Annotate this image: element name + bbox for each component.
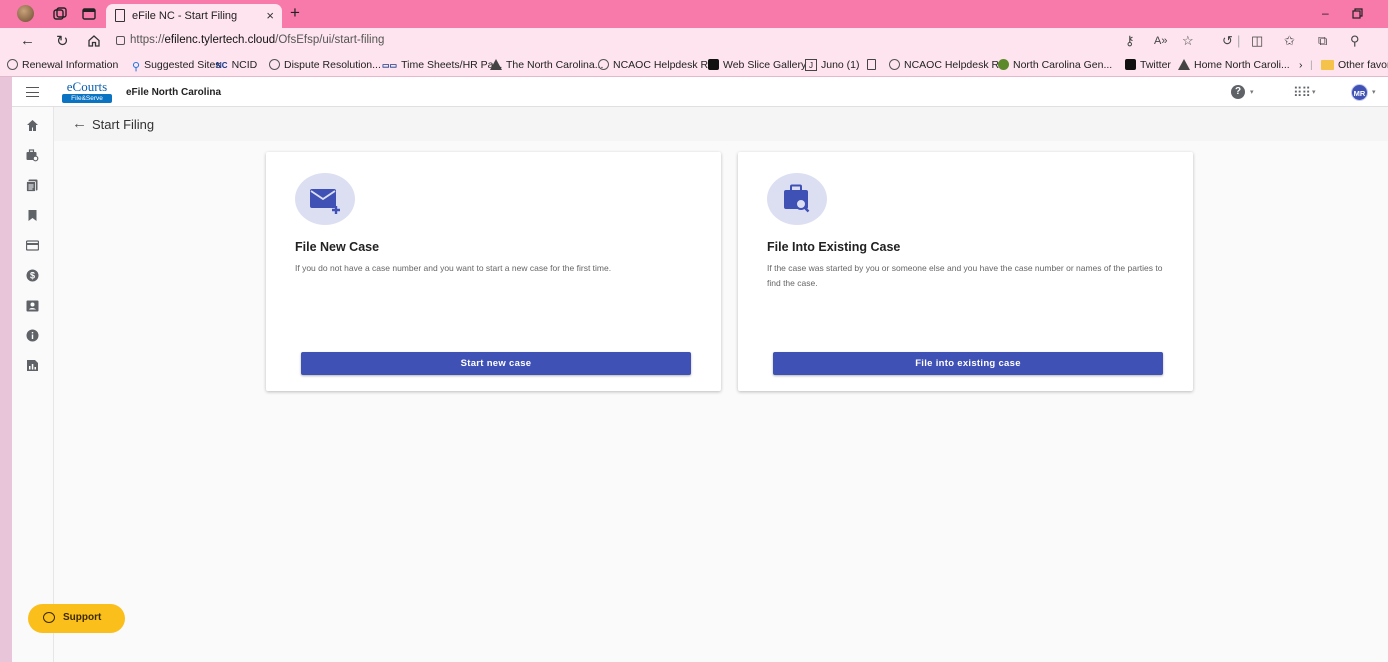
bookmark-item[interactable]: Dispute Resolution...: [269, 59, 381, 71]
browser-tab-bar: eFile NC - Start Filing × + –: [0, 0, 1388, 28]
contacts-icon[interactable]: [26, 299, 39, 312]
page-icon: [115, 9, 125, 22]
card-title: File Into Existing Case: [767, 240, 901, 254]
menu-icon[interactable]: [26, 87, 39, 97]
svg-text:$: $: [30, 271, 35, 281]
circle-icon: [889, 59, 900, 70]
refresh-icon[interactable]: ↻: [56, 32, 69, 50]
divider: |: [1237, 33, 1241, 48]
profile-avatar-icon[interactable]: [17, 5, 34, 22]
bookmark-item[interactable]: Twitter: [1125, 59, 1171, 71]
bookmark-item[interactable]: NCAOC Helpdesk R...: [889, 59, 1008, 71]
more-bookmarks-icon[interactable]: ›: [1299, 59, 1303, 71]
page-icon: [867, 59, 876, 70]
minimize-icon[interactable]: –: [1322, 6, 1329, 20]
x-icon: [1125, 59, 1136, 70]
home-icon[interactable]: [26, 119, 39, 132]
extensions-icon[interactable]: ⚲: [1350, 33, 1360, 49]
circle-icon: [598, 59, 609, 70]
bookmark-item[interactable]: Home North Caroli...: [1178, 59, 1290, 71]
bookmark-item[interactable]: The North Carolina...: [490, 59, 603, 71]
bookmark-item[interactable]: Renewal Information: [7, 59, 118, 71]
close-tab-icon[interactable]: ×: [266, 8, 274, 23]
app-name: eFile North Carolina: [126, 87, 222, 98]
side-navigation: $: [12, 107, 54, 662]
tab-actions-icon[interactable]: [82, 7, 96, 21]
chevron-down-icon[interactable]: ▾: [1312, 88, 1316, 96]
support-button[interactable]: Support: [28, 604, 125, 633]
workspaces-icon[interactable]: [53, 7, 67, 21]
triangle-icon: [490, 59, 502, 70]
app-header: eCourts File&Serve eFile North Carolina …: [12, 77, 1388, 107]
file-new-case-card: File New Case If you do not have a case …: [266, 152, 721, 391]
file-existing-case-card: File Into Existing Case If the case was …: [738, 152, 1193, 391]
card-icon-circle: [767, 173, 827, 225]
page-header: ← Start Filing: [54, 107, 1388, 141]
back-icon[interactable]: ←: [20, 32, 35, 49]
bookmark-item[interactable]: Web Slice Gallery: [708, 59, 806, 71]
favorites-icon[interactable]: ✩: [1284, 33, 1295, 49]
case-search-icon[interactable]: [26, 149, 39, 162]
folder-icon: [1321, 60, 1334, 70]
card-icon-circle: [295, 173, 355, 225]
nc-icon: NC: [216, 61, 228, 70]
circle-icon: [7, 59, 18, 70]
divider: |: [1310, 59, 1313, 71]
chevron-down-icon[interactable]: ▾: [1250, 88, 1254, 96]
app-window: eCourts File&Serve eFile North Carolina …: [12, 77, 1388, 662]
refresh-extension-icon[interactable]: ↺: [1222, 33, 1233, 49]
bookmark-item[interactable]: ⚲ Suggested Sites: [132, 59, 221, 73]
home-icon[interactable]: [87, 34, 101, 47]
read-aloud-icon[interactable]: A»: [1154, 35, 1167, 47]
url-field[interactable]: https://efilenc.tylertech.cloud/OfsEfsp/…: [130, 34, 384, 46]
bookmark-item[interactable]: J Juno (1): [805, 59, 860, 71]
dollar-icon[interactable]: $: [26, 269, 39, 282]
juno-icon: J: [805, 59, 817, 71]
bookmark-folder[interactable]: Other favorit: [1321, 59, 1388, 71]
search-icon: ⚲: [132, 61, 141, 73]
bookmark-item[interactable]: NC NCID: [216, 59, 257, 71]
tab-title: eFile NC - Start Filing: [132, 10, 238, 22]
user-avatar[interactable]: MR: [1351, 84, 1368, 101]
collections-icon[interactable]: ⧉: [1318, 33, 1327, 49]
info-icon[interactable]: [26, 329, 39, 342]
page-title: Start Filing: [92, 117, 155, 132]
back-arrow-icon[interactable]: ←: [72, 115, 87, 132]
address-bar-row: ← ↻ https://efilenc.tylertech.cloud/OfsE…: [0, 28, 1388, 54]
bookmark-item[interactable]: ▭▭ Time Sheets/HR Pa...: [382, 59, 502, 71]
bookmark-icon[interactable]: [26, 209, 39, 222]
triangle-icon: [1178, 59, 1190, 70]
filings-icon[interactable]: [26, 179, 39, 192]
bookmarks-bar: Renewal Information ⚲ Suggested Sites NC N…: [0, 54, 1388, 77]
support-label: Support: [63, 612, 102, 623]
help-icon[interactable]: ?: [1231, 85, 1245, 99]
card-description: If you do not have a case number and you…: [295, 263, 612, 273]
bookmark-item[interactable]: North Carolina Gen...: [998, 59, 1112, 71]
restore-icon[interactable]: [1352, 8, 1363, 19]
chat-bubble-icon: [43, 612, 55, 623]
key-icon[interactable]: ⚷: [1125, 33, 1135, 49]
file-into-existing-case-button[interactable]: File into existing case: [773, 352, 1163, 375]
nc-gen-icon: [998, 59, 1009, 70]
web-slice-icon: [708, 59, 719, 70]
favorite-star-icon[interactable]: ☆: [1182, 33, 1194, 49]
payment-card-icon[interactable]: [26, 239, 39, 252]
start-new-case-button[interactable]: Start new case: [301, 352, 691, 375]
mail-plus-icon: [310, 189, 340, 214]
bookmark-item[interactable]: NCAOC Helpdesk R...: [598, 59, 717, 71]
lock-icon[interactable]: [116, 36, 125, 45]
timesheet-icon: ▭▭: [382, 61, 398, 70]
circle-icon: [269, 59, 280, 70]
new-tab-button[interactable]: +: [290, 3, 300, 23]
card-description: If the case was started by you or someon…: [767, 263, 1163, 288]
split-screen-icon[interactable]: ◫: [1251, 33, 1263, 49]
apps-grid-icon[interactable]: ⠿⠿: [1293, 85, 1311, 101]
briefcase-search-icon: [784, 184, 810, 213]
card-title: File New Case: [295, 240, 380, 254]
chevron-down-icon[interactable]: ▾: [1372, 88, 1376, 96]
reports-icon[interactable]: [26, 359, 39, 372]
browser-tab-active[interactable]: eFile NC - Start Filing ×: [106, 4, 282, 28]
ecourts-logo[interactable]: eCourts File&Serve: [62, 80, 112, 104]
bookmark-item[interactable]: [867, 59, 880, 71]
